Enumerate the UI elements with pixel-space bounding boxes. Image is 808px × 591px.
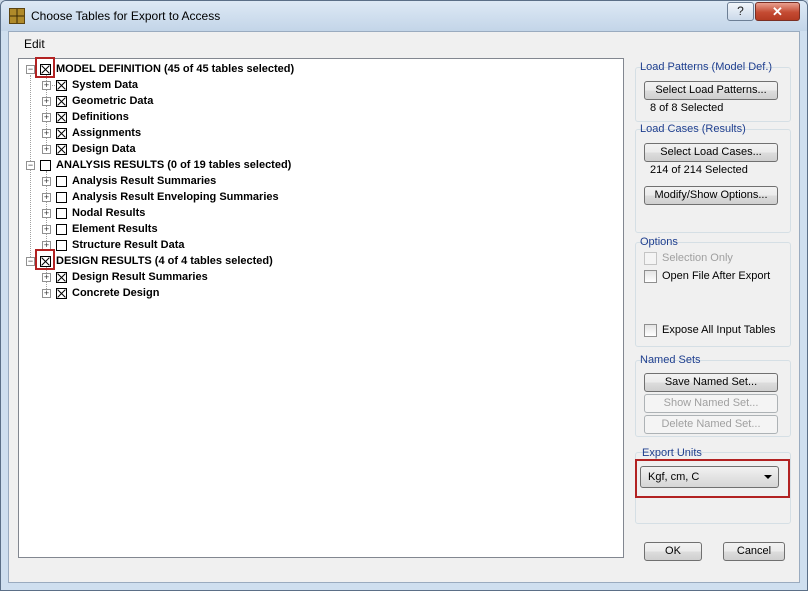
design-result-summaries-label: Design Result Summaries <box>72 271 208 283</box>
highlight-box-model <box>35 57 55 78</box>
geometric-data-label: Geometric Data <box>72 95 154 107</box>
load-cases-status: 214 of 214 Selected <box>650 164 748 176</box>
analysis-results-checkbox[interactable] <box>40 160 51 171</box>
model-definition-label: MODEL DEFINITION (45 of 45 tables select… <box>56 63 295 75</box>
nodal-results-label: Nodal Results <box>72 207 146 219</box>
export-units-select[interactable]: Kgf, cm, C <box>640 466 779 488</box>
load-cases-title: Load Cases (Results) <box>640 123 746 135</box>
definitions-label: Definitions <box>72 111 129 123</box>
structure-result-data-checkbox[interactable] <box>56 240 67 251</box>
help-button[interactable]: ? <box>727 2 754 21</box>
export-units-value: Kgf, cm, C <box>648 471 700 483</box>
assignments-checkbox[interactable] <box>56 128 67 139</box>
expand-icon[interactable]: + <box>42 81 51 90</box>
expand-icon[interactable]: + <box>42 97 51 106</box>
app-icon <box>9 8 25 24</box>
load-patterns-title: Load Patterns (Model Def.) <box>640 61 773 73</box>
close-button[interactable]: ✕ <box>755 2 800 21</box>
menu-bar: Edit <box>9 32 799 54</box>
design-results-label: DESIGN RESULTS (4 of 4 tables selected) <box>56 255 273 267</box>
collapse-icon[interactable]: − <box>26 65 35 74</box>
select-load-cases-button[interactable]: Select Load Cases... <box>644 143 778 162</box>
named-sets-title: Named Sets <box>640 354 701 366</box>
window-title: Choose Tables for Export to Access <box>31 9 221 23</box>
title-bar[interactable]: Choose Tables for Export to Access ? ✕ <box>1 1 807 31</box>
menu-edit[interactable]: Edit <box>24 37 45 51</box>
design-data-label: Design Data <box>72 143 136 155</box>
load-patterns-status: 8 of 8 Selected <box>650 102 724 114</box>
expand-icon[interactable]: + <box>42 177 51 186</box>
definitions-checkbox[interactable] <box>56 112 67 123</box>
concrete-design-label: Concrete Design <box>72 287 160 299</box>
expand-icon[interactable]: + <box>42 273 51 282</box>
expand-icon[interactable]: + <box>42 145 51 154</box>
tree-node-model-definition[interactable]: − MODEL DEFINITION (45 of 45 tables sele… <box>19 61 619 77</box>
collapse-icon[interactable]: − <box>26 161 35 170</box>
expand-icon[interactable]: + <box>42 209 51 218</box>
analysis-results-label: ANALYSIS RESULTS (0 of 19 tables selecte… <box>56 159 292 171</box>
collapse-icon[interactable]: − <box>26 257 35 266</box>
expand-icon[interactable]: + <box>42 193 51 202</box>
analysis-result-summaries-label: Analysis Result Summaries <box>72 175 217 187</box>
system-data-label: System Data <box>72 79 139 91</box>
export-units-title: Export Units <box>642 447 702 459</box>
ok-button[interactable]: OK <box>644 542 702 561</box>
design-result-summaries-checkbox[interactable] <box>56 272 67 283</box>
modify-show-options-button[interactable]: Modify/Show Options... <box>644 186 778 205</box>
structure-result-data-label: Structure Result Data <box>72 239 185 251</box>
select-load-patterns-button[interactable]: Select Load Patterns... <box>644 81 778 100</box>
geometric-data-checkbox[interactable] <box>56 96 67 107</box>
dialog-client: Edit − MODEL DEFINITION (45 of 45 tables… <box>8 31 800 583</box>
open-file-after-export-label: Open File After Export <box>662 270 771 282</box>
delete-named-set-button[interactable]: Delete Named Set... <box>644 415 778 434</box>
nodal-results-checkbox[interactable] <box>56 208 67 219</box>
options-title: Options <box>640 236 678 248</box>
dialog-window: Choose Tables for Export to Access ? ✕ E… <box>0 0 808 591</box>
system-data-checkbox[interactable] <box>56 80 67 91</box>
selection-only-checkbox[interactable] <box>644 252 657 265</box>
table-tree[interactable]: − MODEL DEFINITION (45 of 45 tables sele… <box>18 57 624 558</box>
expose-all-input-tables-label: Expose All Input Tables <box>662 324 776 336</box>
save-named-set-button[interactable]: Save Named Set... <box>644 373 778 392</box>
concrete-design-checkbox[interactable] <box>56 288 67 299</box>
enveloping-summaries-label: Analysis Result Enveloping Summaries <box>72 191 279 203</box>
element-results-label: Element Results <box>72 223 158 235</box>
show-named-set-button[interactable]: Show Named Set... <box>644 394 778 413</box>
expand-icon[interactable]: + <box>42 129 51 138</box>
expose-all-input-tables-checkbox[interactable] <box>644 324 657 337</box>
highlight-box-design <box>35 249 55 270</box>
selection-only-label: Selection Only <box>662 252 733 264</box>
expand-icon[interactable]: + <box>42 113 51 122</box>
chevron-down-icon <box>764 475 772 479</box>
open-file-after-export-checkbox[interactable] <box>644 270 657 283</box>
design-data-checkbox[interactable] <box>56 144 67 155</box>
expand-icon[interactable]: + <box>42 289 51 298</box>
element-results-checkbox[interactable] <box>56 224 67 235</box>
enveloping-summaries-checkbox[interactable] <box>56 192 67 203</box>
assignments-label: Assignments <box>72 127 142 139</box>
expand-icon[interactable]: + <box>42 225 51 234</box>
cancel-button[interactable]: Cancel <box>723 542 785 561</box>
analysis-result-summaries-checkbox[interactable] <box>56 176 67 187</box>
